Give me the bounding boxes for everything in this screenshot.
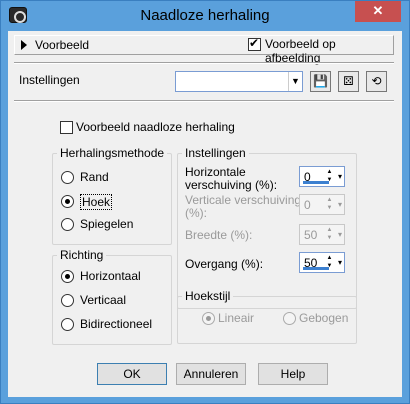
presets-label: Instellingen (19, 73, 80, 87)
reset-icon: ⟲ (371, 74, 382, 88)
help-button[interactable]: Help (258, 363, 328, 385)
chevron-down-icon[interactable]: ▾ (336, 254, 344, 271)
direction-label-verticaal: Verticaal (80, 293, 127, 307)
direction-option-horizontaal[interactable]: Horizontaal (61, 269, 161, 285)
preview-toggle-label: Voorbeeld (35, 38, 90, 52)
vertical-offset-spinner[interactable]: 0 ▲ ▼ ▾ (299, 194, 345, 215)
horizontal-offset-label-2: verschuiving (%): (185, 178, 278, 192)
preview-toggle-button[interactable]: Voorbeeld (17, 37, 97, 53)
chevron-down-icon[interactable]: ▾ (336, 226, 344, 243)
preview-on-image-checkbox[interactable] (248, 36, 261, 51)
width-value: 50 (304, 228, 318, 242)
corner-style-option-lineair[interactable]: Lineair (202, 311, 272, 327)
settings-group-title: Instellingen (182, 146, 249, 160)
dialog-window: Naadloze herhaling ✕ Voorbeeld Voorbeeld… (0, 0, 410, 404)
divider (14, 100, 394, 102)
direction-radio-verticaal[interactable] (61, 294, 74, 307)
chevron-down-icon: ▼ (288, 72, 302, 91)
close-icon: ✕ (372, 3, 384, 18)
preview-on-image-option[interactable]: Voorbeeld op afbeelding (248, 36, 388, 65)
width-spinner[interactable]: 50 ▲ ▼ ▾ (299, 224, 345, 245)
preview-bar: Voorbeeld Voorbeeld op afbeelding (14, 35, 394, 65)
randomize-button[interactable]: ⚄ (338, 71, 359, 92)
direction-group-title: Richting (57, 248, 107, 262)
method-radio-hoek[interactable] (61, 195, 74, 208)
method-group: Herhalingsmethode Rand Hoek Spiegelen (52, 146, 172, 245)
corner-style-option-gebogen[interactable]: Gebogen (283, 311, 353, 327)
settings-group: Instellingen Horizontale verschuiving (%… (177, 146, 357, 309)
chevron-down-icon[interactable]: ▾ (336, 196, 344, 213)
dice-icon: ⚄ (343, 74, 354, 88)
width-label: Breedte (%): (185, 228, 253, 242)
method-option-rand[interactable]: Rand (61, 170, 151, 186)
direction-option-verticaal[interactable]: Verticaal (61, 293, 161, 309)
method-radio-spiegelen[interactable] (61, 218, 74, 231)
method-label-spiegelen: Spiegelen (80, 217, 134, 231)
corner-style-label-lineair: Lineair (218, 311, 255, 325)
chevron-down-icon[interactable]: ▾ (336, 168, 344, 185)
preview-on-image-label: Voorbeeld op afbeelding (265, 37, 336, 65)
divider (14, 62, 394, 64)
reset-button[interactable]: ⟲ (366, 71, 387, 92)
method-group-title: Herhalingsmethode (57, 146, 168, 160)
vertical-offset-value: 0 (304, 198, 311, 212)
horizontal-offset-spinner[interactable]: 0 ▲ ▼ ▾ (299, 166, 345, 187)
direction-radio-bidirectioneel[interactable] (61, 318, 74, 331)
vertical-offset-label-1: Verticale verschuiving (185, 193, 302, 207)
preview-seamless-checkbox[interactable] (60, 121, 73, 134)
preview-seamless-option[interactable]: Voorbeeld naadloze herhaling (60, 120, 240, 136)
method-label-rand: Rand (80, 170, 109, 184)
transition-label: Overgang (%): (185, 257, 264, 271)
dialog-client: Voorbeeld Voorbeeld op afbeelding Instel… (8, 31, 402, 397)
direction-radio-horizontaal[interactable] (61, 270, 74, 283)
triangle-right-icon (21, 40, 27, 50)
close-button[interactable]: ✕ (355, 1, 401, 22)
corner-style-radio-lineair[interactable] (202, 312, 215, 325)
horizontal-offset-label-1: Horizontale (185, 165, 246, 179)
corner-style-group-title: Hoekstijl (182, 289, 234, 303)
direction-option-bidirectioneel[interactable]: Bidirectioneel (61, 317, 166, 333)
title-bar[interactable]: Naadloze herhaling ✕ (1, 1, 409, 31)
transition-spinner[interactable]: 50 ▲ ▼ ▾ (299, 252, 345, 273)
presets-dropdown[interactable]: ▼ (175, 71, 303, 92)
spin-arrows-icon[interactable]: ▲ ▼ (325, 168, 334, 185)
method-option-hoek[interactable]: Hoek (61, 194, 151, 210)
ok-button[interactable]: OK (97, 363, 167, 385)
vertical-offset-label-2: (%): (185, 206, 207, 220)
method-option-spiegelen[interactable]: Spiegelen (61, 217, 151, 233)
direction-label-bidirectioneel: Bidirectioneel (80, 317, 153, 331)
window-title: Naadloze herhaling (140, 7, 270, 24)
corner-style-radio-gebogen[interactable] (283, 312, 296, 325)
spin-arrows-icon[interactable]: ▲ ▼ (325, 226, 334, 243)
spin-arrows-icon[interactable]: ▲ ▼ (325, 254, 334, 271)
direction-group: Richting Horizontaal Verticaal Bidirecti… (52, 248, 172, 345)
spin-arrows-icon[interactable]: ▲ ▼ (325, 196, 334, 213)
save-preset-button[interactable]: 💾 (310, 71, 331, 92)
cancel-button[interactable]: Annuleren (176, 363, 246, 385)
corner-style-label-gebogen: Gebogen (299, 311, 349, 325)
corner-style-group: Hoekstijl Lineair Gebogen (177, 289, 357, 344)
method-label-hoek: Hoek (80, 194, 113, 210)
method-radio-rand[interactable] (61, 171, 74, 184)
direction-label-horizontaal: Horizontaal (80, 269, 141, 283)
save-icon: 💾 (313, 74, 328, 88)
preview-seamless-label: Voorbeeld naadloze herhaling (76, 120, 235, 134)
